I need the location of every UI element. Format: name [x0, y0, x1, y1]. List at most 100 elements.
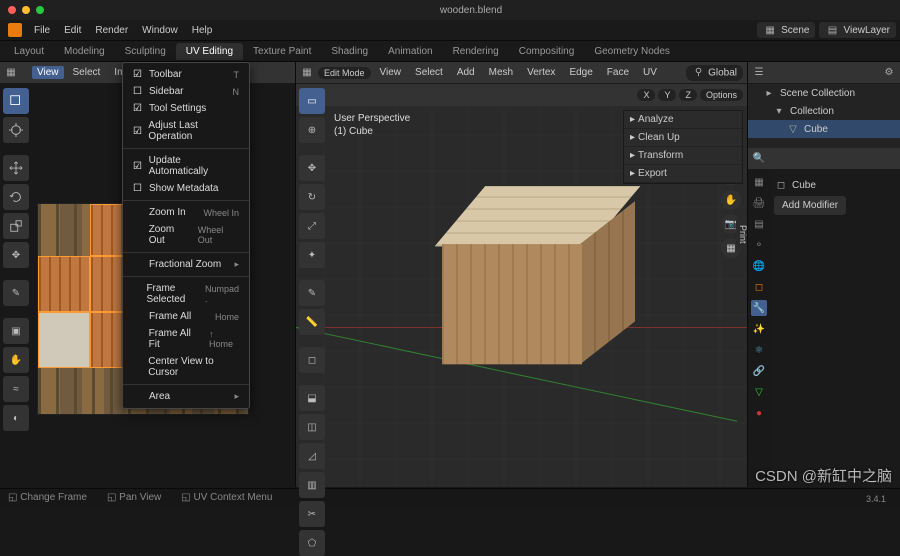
vp-menu-uv[interactable]: UV [638, 66, 662, 79]
ptab-scene[interactable]: ⚬ [751, 237, 767, 253]
tool-bevel[interactable]: ◿ [299, 443, 325, 469]
tool-scale[interactable]: ⤢ [299, 213, 325, 239]
ptab-constraint[interactable]: 🔗 [751, 363, 767, 379]
dd-update-auto[interactable]: ☑Update Automatically [123, 152, 249, 180]
dd-fractional-zoom[interactable]: Fractional Zoom▸ [123, 256, 249, 273]
n-export[interactable]: ▸ Export [624, 165, 742, 183]
tool-knife[interactable]: ✂ [299, 501, 325, 527]
outliner-icon[interactable]: ☰ [752, 66, 766, 80]
tool-inset[interactable]: ◫ [299, 414, 325, 440]
dd-frame-all[interactable]: Frame AllHome [123, 308, 249, 325]
tool-extrude[interactable]: ⬓ [299, 385, 325, 411]
tab-rendering[interactable]: Rendering [443, 43, 509, 60]
hand-icon[interactable]: ✋ [721, 190, 741, 210]
uv-island[interactable] [38, 312, 90, 368]
minimize-icon[interactable] [22, 6, 30, 14]
ntab-tool[interactable]: Tool [746, 147, 747, 176]
menu-help[interactable]: Help [186, 23, 219, 38]
ptab-render[interactable]: ▦ [751, 174, 767, 190]
n-transform[interactable]: ▸ Transform [624, 147, 742, 165]
ptab-data[interactable]: ▽ [751, 384, 767, 400]
editor-type-icon[interactable]: ▦ [300, 66, 314, 80]
n-cleanup[interactable]: ▸ Clean Up [624, 129, 742, 147]
vp-menu-add[interactable]: Add [452, 66, 480, 79]
ntab-view[interactable]: View [746, 177, 747, 208]
tool-add-cube[interactable]: ◻ [299, 347, 325, 373]
dd-area[interactable]: Area▸ [123, 388, 249, 405]
vp-menu-face[interactable]: Face [602, 66, 634, 79]
dd-zoom-out[interactable]: Zoom OutWheel Out [123, 221, 249, 249]
n-z[interactable]: Z [679, 89, 697, 101]
tool-select-box[interactable] [3, 88, 29, 114]
tab-modeling[interactable]: Modeling [54, 43, 115, 60]
tab-compositing[interactable]: Compositing [509, 43, 585, 60]
viewlayer-selector[interactable]: ▤ViewLayer [819, 22, 896, 38]
search-icon[interactable]: 🔍 [752, 152, 766, 166]
tool-scale[interactable] [3, 213, 29, 239]
mode-selector[interactable]: Edit Mode [318, 67, 371, 79]
ptab-world[interactable]: 🌐 [751, 258, 767, 274]
filter-icon[interactable]: ⚙ [882, 66, 896, 80]
ptab-object[interactable]: ◻ [751, 279, 767, 295]
tab-sculpting[interactable]: Sculpting [115, 43, 176, 60]
tool-pinch[interactable]: ◐ [3, 405, 29, 431]
dd-zoom-in[interactable]: Zoom InWheel In [123, 204, 249, 221]
dd-frame-all-fit[interactable]: Frame All Fit↑ Home [123, 325, 249, 353]
ptab-particle[interactable]: ✨ [751, 321, 767, 337]
tool-rotate[interactable] [3, 184, 29, 210]
dd-frame-selected[interactable]: Frame SelectedNumpad . [123, 280, 249, 308]
tool-annotate[interactable]: ✎ [299, 280, 325, 306]
cube-mesh[interactable] [442, 204, 602, 364]
vp-menu-select[interactable]: Select [410, 66, 448, 79]
dd-toolbar[interactable]: ☑ToolbarT [123, 66, 249, 83]
dd-center-cursor[interactable]: Center View to Cursor [123, 353, 249, 381]
tab-shading[interactable]: Shading [321, 43, 378, 60]
tool-relax[interactable]: ≈ [3, 376, 29, 402]
out-cube[interactable]: ▽Cube [748, 120, 900, 138]
vp-menu-view[interactable]: View [375, 66, 407, 79]
ptab-modifier[interactable]: 🔧 [751, 300, 767, 316]
tab-texture-paint[interactable]: Texture Paint [243, 43, 321, 60]
ptab-viewlayer[interactable]: ▤ [751, 216, 767, 232]
ptab-physics[interactable]: ⚛ [751, 342, 767, 358]
orientation-selector[interactable]: ⚲ Global [686, 65, 743, 81]
vp-menu-mesh[interactable]: Mesh [484, 66, 518, 79]
menu-edit[interactable]: Edit [58, 23, 87, 38]
add-modifier-button[interactable]: Add Modifier [774, 196, 846, 215]
n-options[interactable]: Options [700, 89, 743, 101]
ptab-material[interactable]: ● [751, 405, 767, 421]
tool-loopcut[interactable]: ▥ [299, 472, 325, 498]
tool-measure[interactable]: 📏 [299, 309, 325, 335]
tool-move[interactable]: ✥ [299, 155, 325, 181]
ptab-output[interactable]: 🖨 [751, 195, 767, 211]
tool-select[interactable]: ▭ [299, 88, 325, 114]
tool-rip[interactable]: ▣ [3, 318, 29, 344]
n-y[interactable]: Y [658, 89, 676, 101]
tool-cursor[interactable]: ⊕ [299, 117, 325, 143]
out-scene[interactable]: ▸Scene Collection [748, 84, 900, 102]
blender-icon[interactable] [8, 23, 22, 37]
tool-annotate[interactable]: ✎ [3, 280, 29, 306]
tool-transform[interactable]: ✦ [299, 242, 325, 268]
vp-canvas[interactable]: User Perspective(1) Cube X Y Z 🔍 ✋ 📷 ▦ ▸… [296, 106, 747, 487]
tab-animation[interactable]: Animation [378, 43, 442, 60]
out-collection[interactable]: ▾Collection [748, 102, 900, 120]
uv-island[interactable] [38, 256, 90, 312]
tab-uv-editing[interactable]: UV Editing [176, 43, 243, 60]
tool-polybuild[interactable]: ⬠ [299, 530, 325, 556]
menu-render[interactable]: Render [89, 23, 134, 38]
tool-transform[interactable]: ✥ [3, 242, 29, 268]
tool-rotate[interactable]: ↻ [299, 184, 325, 210]
dd-sidebar[interactable]: ☐SidebarN [123, 83, 249, 100]
tool-grab[interactable]: ✋ [3, 347, 29, 373]
close-icon[interactable] [8, 6, 16, 14]
n-analyze[interactable]: ▸ Analyze [624, 111, 742, 129]
uv-menu-select[interactable]: Select [68, 66, 106, 79]
dd-show-metadata[interactable]: ☐Show Metadata [123, 180, 249, 197]
tab-geometry-nodes[interactable]: Geometry Nodes [584, 43, 680, 60]
tool-move[interactable] [3, 155, 29, 181]
ntab-item[interactable]: Item [746, 115, 747, 145]
ntab-3dprint[interactable]: 3D-Print [736, 219, 747, 250]
uv-menu-view[interactable]: View [32, 66, 64, 79]
vp-menu-edge[interactable]: Edge [564, 66, 597, 79]
